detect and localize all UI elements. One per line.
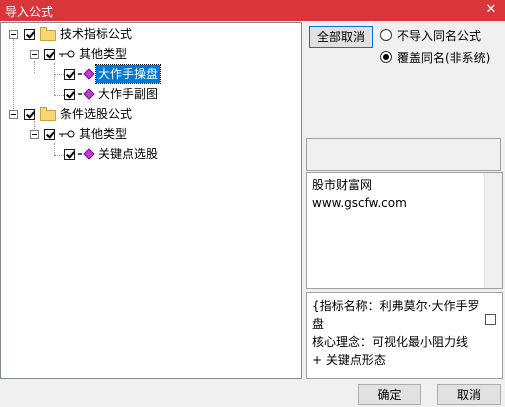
tree-item-formula[interactable]: 大作手副图 — [1, 85, 201, 103]
description-line: 核心理念：可视化最小阻力线 — [312, 335, 469, 349]
scrollbar[interactable] — [484, 173, 502, 288]
title-bar: 导入公式 ✕ — [0, 0, 505, 21]
tree-item-formula[interactable]: 大作手操盘 — [1, 64, 201, 84]
empty-panel — [306, 138, 501, 171]
info-box[interactable]: 股市财富网 www.gscfw.com — [306, 172, 503, 289]
folder-icon — [40, 107, 56, 121]
radio-no-import[interactable] — [380, 29, 392, 41]
checkbox-icon[interactable] — [485, 314, 496, 325]
info-line: 股市财富网 — [312, 178, 373, 192]
tree-item-label-selected: 大作手操盘 — [94, 64, 162, 84]
tree-node-label: 条件选股公式 — [60, 107, 133, 121]
tree-node-label: 其他类型 — [79, 127, 128, 141]
tree-node-other-type-2[interactable]: 其他类型 — [1, 125, 201, 143]
arrow-icon — [78, 73, 82, 75]
checkbox-icon[interactable] — [64, 69, 75, 80]
tree-item-formula[interactable]: 关键点选股 — [1, 145, 201, 163]
formula-tree[interactable]: 技术指标公式 其他类型 大作手操盘 大作手副图 条件选股公式 其他类型 关键点选… — [0, 22, 302, 379]
collapse-icon[interactable] — [9, 110, 18, 119]
radio-overwrite[interactable] — [380, 51, 392, 63]
arrow-icon — [78, 93, 82, 95]
description-line: {指标名称：利弗莫尔·大作手罗 — [312, 299, 480, 313]
checkbox-icon[interactable] — [24, 109, 35, 120]
radio-overwrite-label[interactable]: 覆盖同名(非系统) — [397, 49, 490, 66]
tree-node-label: 其他类型 — [79, 47, 128, 61]
checkbox-icon[interactable] — [44, 49, 55, 60]
tree-node-technical[interactable]: 技术指标公式 — [1, 25, 201, 43]
checkbox-icon[interactable] — [64, 89, 75, 100]
description-text: {指标名称：利弗莫尔·大作手罗 盘 核心理念：可视化最小阻力线 + 关键点形态 — [312, 297, 482, 369]
folder-icon — [40, 27, 56, 41]
info-line: www.gscfw.com — [312, 196, 407, 210]
description-box[interactable]: {指标名称：利弗莫尔·大作手罗 盘 核心理念：可视化最小阻力线 + 关键点形态 — [306, 292, 503, 379]
checkbox-icon[interactable] — [44, 129, 55, 140]
arrow-icon — [78, 153, 82, 155]
description-line: + 关键点形态 — [312, 353, 386, 367]
collapse-icon[interactable] — [30, 50, 39, 59]
select-all-button[interactable]: 全部取消 — [309, 26, 373, 48]
ok-button[interactable]: 确定 — [358, 384, 421, 405]
close-icon[interactable]: ✕ — [483, 1, 499, 19]
checkbox-icon[interactable] — [64, 149, 75, 160]
description-line: 盘 — [312, 317, 325, 331]
window-title: 导入公式 — [5, 5, 54, 19]
key-icon — [59, 130, 75, 138]
checkbox-icon[interactable] — [24, 29, 35, 40]
formula-diamond-icon — [83, 68, 95, 80]
tree-node-label: 技术指标公式 — [60, 27, 133, 41]
tree-node-screening[interactable]: 条件选股公式 — [1, 105, 201, 123]
formula-diamond-icon — [83, 148, 95, 160]
info-text: 股市财富网 www.gscfw.com — [312, 176, 498, 212]
cancel-button[interactable]: 取消 — [437, 384, 501, 405]
collapse-icon[interactable] — [30, 130, 39, 139]
collapse-icon[interactable] — [9, 30, 18, 39]
tree-item-label: 大作手副图 — [98, 87, 159, 101]
tree-item-label: 关键点选股 — [98, 147, 159, 161]
radio-no-import-label[interactable]: 不导入同名公式 — [397, 27, 481, 44]
key-icon — [59, 50, 75, 58]
formula-diamond-icon — [83, 88, 95, 100]
tree-node-other-type-1[interactable]: 其他类型 — [1, 45, 201, 63]
